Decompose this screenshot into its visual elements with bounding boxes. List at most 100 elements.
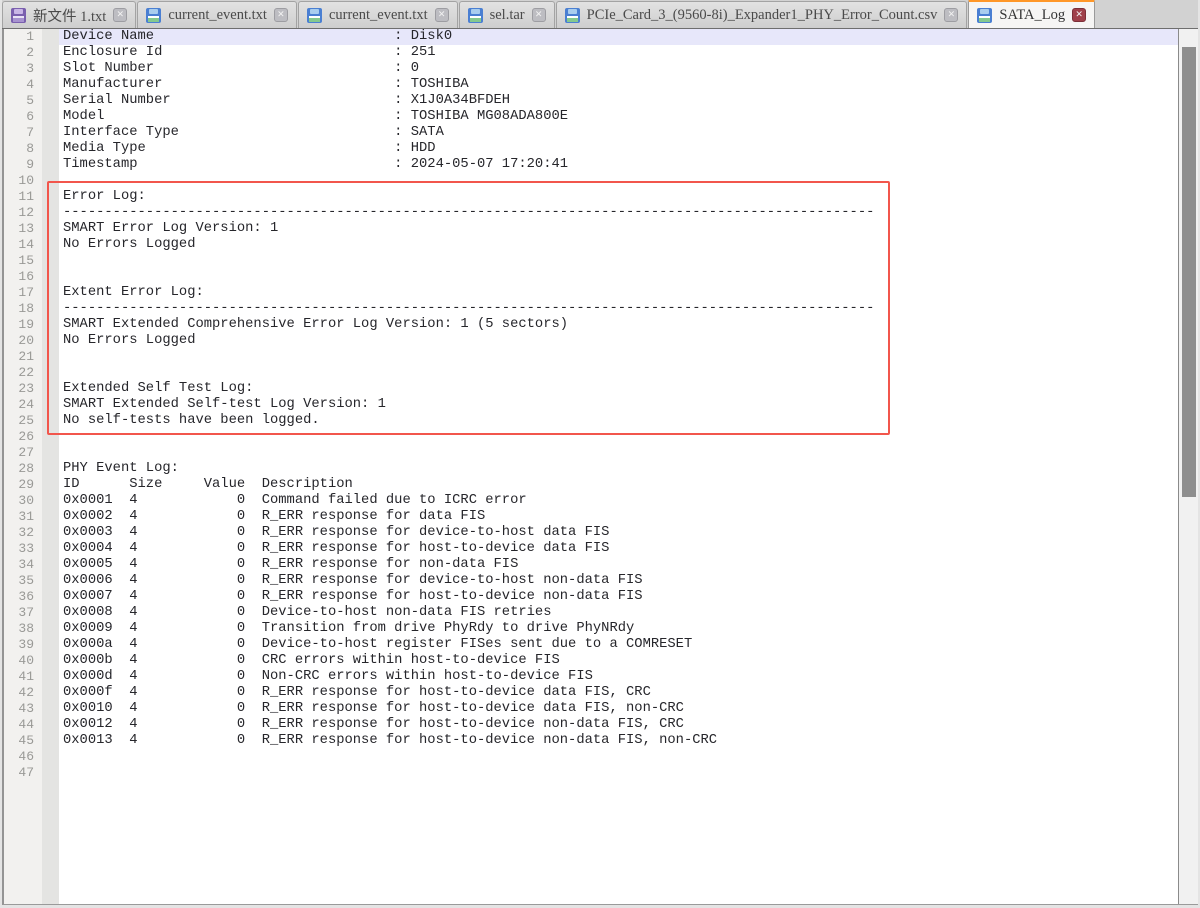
line-number: 21 bbox=[4, 349, 42, 365]
line-number: 42 bbox=[4, 685, 42, 701]
code-line[interactable] bbox=[59, 365, 1178, 381]
line-number: 40 bbox=[4, 653, 42, 669]
code-line[interactable] bbox=[59, 349, 1178, 365]
code-line[interactable]: 0x0001 4 0 Command failed due to ICRC er… bbox=[59, 493, 1178, 509]
text-content[interactable]: Device Name : Disk0Enclosure Id : 251Slo… bbox=[59, 29, 1178, 904]
code-line[interactable]: 0x000b 4 0 CRC errors within host-to-dev… bbox=[59, 653, 1178, 669]
line-number: 15 bbox=[4, 253, 42, 269]
tab-current-event-txt[interactable]: current_event.txt ✕ bbox=[137, 1, 297, 28]
line-number: 28 bbox=[4, 461, 42, 477]
floppy-save-icon bbox=[146, 8, 161, 23]
code-line[interactable] bbox=[59, 429, 1178, 445]
code-line[interactable] bbox=[59, 749, 1178, 765]
code-line[interactable]: ----------------------------------------… bbox=[59, 301, 1178, 317]
code-line[interactable]: Serial Number : X1J0A34BFDEH bbox=[59, 93, 1178, 109]
code-line[interactable]: No self-tests have been logged. bbox=[59, 413, 1178, 429]
code-line[interactable]: 0x0013 4 0 R_ERR response for host-to-de… bbox=[59, 733, 1178, 749]
code-line[interactable]: Media Type : HDD bbox=[59, 141, 1178, 157]
code-line[interactable] bbox=[59, 269, 1178, 285]
line-number: 17 bbox=[4, 285, 42, 301]
line-number: 35 bbox=[4, 573, 42, 589]
tab-sel-tar[interactable]: sel.tar ✕ bbox=[459, 1, 555, 28]
close-tab-icon[interactable]: ✕ bbox=[532, 8, 546, 22]
close-tab-icon[interactable]: ✕ bbox=[113, 8, 127, 22]
close-tab-icon[interactable]: ✕ bbox=[944, 8, 958, 22]
line-number: 1 bbox=[4, 29, 42, 45]
line-number: 33 bbox=[4, 541, 42, 557]
tab-pcie-card-3-9560-8i-expander1-phy-error-count-csv[interactable]: PCIe_Card_3_(9560-8i)_Expander1_PHY_Erro… bbox=[556, 1, 968, 28]
code-line[interactable]: 0x0002 4 0 R_ERR response for data FIS bbox=[59, 509, 1178, 525]
tab-current-event-txt[interactable]: current_event.txt✕ bbox=[298, 1, 458, 28]
code-line[interactable]: 0x0003 4 0 R_ERR response for device-to-… bbox=[59, 525, 1178, 541]
code-line[interactable]: Extent Error Log: bbox=[59, 285, 1178, 301]
line-number: 14 bbox=[4, 237, 42, 253]
floppy-save-icon bbox=[565, 8, 580, 23]
line-number: 5 bbox=[4, 93, 42, 109]
line-number: 29 bbox=[4, 477, 42, 493]
line-number: 25 bbox=[4, 413, 42, 429]
floppy-save-icon bbox=[307, 8, 322, 23]
bookmark-margin bbox=[42, 29, 59, 904]
code-line[interactable]: 0x0006 4 0 R_ERR response for device-to-… bbox=[59, 573, 1178, 589]
code-line[interactable]: SMART Extended Comprehensive Error Log V… bbox=[59, 317, 1178, 333]
code-line[interactable] bbox=[59, 173, 1178, 189]
line-number: 24 bbox=[4, 397, 42, 413]
close-tab-icon[interactable]: ✕ bbox=[435, 8, 449, 22]
code-line[interactable]: 0x000a 4 0 Device-to-host register FISes… bbox=[59, 637, 1178, 653]
line-number: 44 bbox=[4, 717, 42, 733]
code-line[interactable]: Manufacturer : TOSHIBA bbox=[59, 77, 1178, 93]
floppy-save-icon bbox=[468, 8, 483, 23]
close-tab-icon[interactable]: ✕ bbox=[274, 8, 288, 22]
code-line[interactable]: Timestamp : 2024-05-07 17:20:41 bbox=[59, 157, 1178, 173]
tab-label: current_event.txt bbox=[168, 7, 267, 24]
code-line[interactable]: 0x0009 4 0 Transition from drive PhyRdy … bbox=[59, 621, 1178, 637]
code-line[interactable]: Error Log: bbox=[59, 189, 1178, 205]
code-line[interactable]: 0x000f 4 0 R_ERR response for host-to-de… bbox=[59, 685, 1178, 701]
code-line[interactable]: ----------------------------------------… bbox=[59, 205, 1178, 221]
line-number: 30 bbox=[4, 493, 42, 509]
code-line[interactable]: Slot Number : 0 bbox=[59, 61, 1178, 77]
tab-sata-log[interactable]: SATA_Log✕ bbox=[968, 0, 1095, 28]
code-line[interactable]: SMART Error Log Version: 1 bbox=[59, 221, 1178, 237]
code-line[interactable]: 0x0010 4 0 R_ERR response for host-to-de… bbox=[59, 701, 1178, 717]
code-line[interactable]: 0x0005 4 0 R_ERR response for non-data F… bbox=[59, 557, 1178, 573]
line-number: 7 bbox=[4, 125, 42, 141]
code-line[interactable]: Enclosure Id : 251 bbox=[59, 45, 1178, 61]
line-number: 18 bbox=[4, 301, 42, 317]
vertical-scrollbar[interactable] bbox=[1178, 29, 1198, 904]
line-number: 32 bbox=[4, 525, 42, 541]
notepad-window: 新文件 1.txt✕current_event.txt✕current_even… bbox=[0, 0, 1200, 908]
code-line[interactable]: 0x0007 4 0 R_ERR response for host-to-de… bbox=[59, 589, 1178, 605]
code-line[interactable] bbox=[59, 253, 1178, 269]
line-number: 34 bbox=[4, 557, 42, 573]
code-line[interactable] bbox=[59, 765, 1178, 781]
line-number: 13 bbox=[4, 221, 42, 237]
scrollbar-thumb[interactable] bbox=[1182, 47, 1196, 497]
code-line[interactable]: ID Size Value Description bbox=[59, 477, 1178, 493]
line-number: 4 bbox=[4, 77, 42, 93]
tab-1-txt[interactable]: 新文件 1.txt✕ bbox=[2, 1, 136, 28]
close-tab-icon[interactable]: ✕ bbox=[1072, 8, 1086, 22]
code-line[interactable]: SMART Extended Self-test Log Version: 1 bbox=[59, 397, 1178, 413]
line-number: 45 bbox=[4, 733, 42, 749]
code-line[interactable]: Interface Type : SATA bbox=[59, 125, 1178, 141]
line-number: 47 bbox=[4, 765, 42, 781]
code-line[interactable]: Model : TOSHIBA MG08ADA800E bbox=[59, 109, 1178, 125]
line-number: 38 bbox=[4, 621, 42, 637]
code-line[interactable]: 0x000d 4 0 Non-CRC errors within host-to… bbox=[59, 669, 1178, 685]
tab-label: sel.tar bbox=[490, 7, 525, 24]
code-line[interactable]: 0x0012 4 0 R_ERR response for host-to-de… bbox=[59, 717, 1178, 733]
line-number: 46 bbox=[4, 749, 42, 765]
code-line[interactable]: Extended Self Test Log: bbox=[59, 381, 1178, 397]
code-line[interactable]: PHY Event Log: bbox=[59, 461, 1178, 477]
code-line[interactable]: No Errors Logged bbox=[59, 237, 1178, 253]
code-line[interactable]: No Errors Logged bbox=[59, 333, 1178, 349]
code-line[interactable]: 0x0004 4 0 R_ERR response for host-to-de… bbox=[59, 541, 1178, 557]
line-number: 12 bbox=[4, 205, 42, 221]
line-number: 31 bbox=[4, 509, 42, 525]
code-line[interactable]: Device Name : Disk0 bbox=[59, 29, 1178, 45]
line-number: 19 bbox=[4, 317, 42, 333]
code-line[interactable] bbox=[59, 445, 1178, 461]
line-number: 41 bbox=[4, 669, 42, 685]
code-line[interactable]: 0x0008 4 0 Device-to-host non-data FIS r… bbox=[59, 605, 1178, 621]
